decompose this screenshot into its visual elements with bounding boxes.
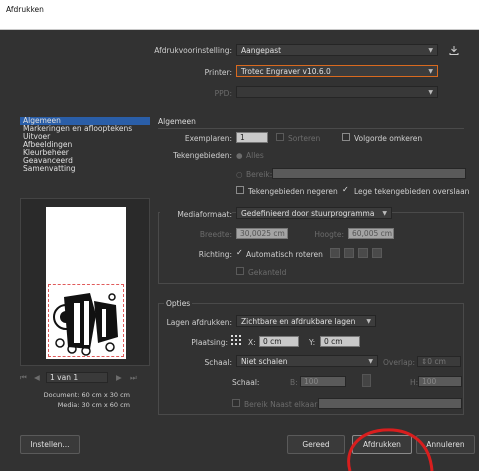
scale-value: Niet schalen: [241, 357, 288, 366]
overlap-value: 0 cm: [427, 357, 446, 366]
transverse-label: Gekanteld: [248, 268, 287, 277]
all-label: Alles: [246, 151, 264, 160]
chevron-down-icon: ▼: [382, 210, 387, 217]
scale-dropdown[interactable]: Niet schalen ▼: [236, 355, 378, 367]
print-preview: [20, 198, 150, 366]
x-label: X:: [248, 338, 256, 347]
preset-label: Afdrukvoorinstelling:: [154, 46, 232, 55]
placement-label: Plaatsing:: [191, 338, 228, 347]
tile-range-input: [318, 398, 462, 409]
printer-label: Printer:: [204, 68, 232, 77]
range-label: Bereik:: [246, 170, 273, 179]
chevron-down-icon: ▼: [366, 318, 371, 325]
skip-blank-checkbox[interactable]: ✓: [342, 185, 349, 194]
landscape-flipped-icon[interactable]: [372, 248, 382, 258]
copies-input[interactable]: 1: [236, 132, 268, 143]
preview-artwork: [53, 293, 118, 356]
sort-label: Sorteren: [288, 134, 321, 143]
title-bar: Afdrukken: [0, 0, 479, 30]
document-info: Document: 60 cm x 30 cm: [43, 391, 130, 399]
ppd-label: PPD:: [214, 89, 232, 98]
media-info: Media: 30 cm x 60 cm: [57, 401, 130, 409]
y-input[interactable]: 0 cm: [320, 336, 360, 347]
overlap-label: Overlap:: [383, 358, 416, 367]
layers-value: Zichtbare en afdrukbare lagen: [241, 317, 356, 326]
height-input: 60,005 cm: [348, 228, 394, 239]
height-scale-input: 100: [418, 376, 462, 387]
auto-rotate-label: Automatisch roteren: [246, 250, 323, 259]
options-title: Opties: [164, 299, 193, 308]
setup-button[interactable]: Instellen...: [20, 435, 80, 454]
media-format-dropdown[interactable]: Gedefinieerd door stuurprogramma ▼: [236, 207, 392, 219]
media-group: [158, 212, 464, 284]
preview-page: [46, 207, 126, 359]
width-input: 30,0025 cm: [236, 228, 288, 239]
window-title: Afdrukken: [6, 5, 44, 14]
preset-value: Aangepast: [241, 46, 282, 55]
annotation-circle: [347, 428, 434, 471]
sidebar: Algemeen Markeringen en aflooptekens Uit…: [20, 117, 150, 173]
chevron-down-icon: ▼: [428, 68, 433, 75]
printer-dropdown[interactable]: Trotec Engraver v10.6.0 ▼: [236, 65, 438, 77]
preset-dropdown[interactable]: Aangepast ▼: [236, 44, 438, 56]
ignore-artboards-label: Tekengebieden negeren: [248, 187, 338, 196]
chevron-down-icon: ▼: [428, 47, 433, 54]
sidebar-item-summary[interactable]: Samenvatting: [20, 165, 150, 173]
artboards-label: Tekengebieden:: [173, 151, 232, 160]
previous-page-icon[interactable]: ◀: [34, 373, 40, 382]
reverse-order-label: Volgorde omkeren: [354, 134, 423, 143]
layers-dropdown[interactable]: Zichtbare en afdrukbare lagen ▼: [236, 315, 376, 327]
transverse-checkbox: [236, 267, 244, 275]
chevron-down-icon: ▼: [368, 358, 373, 365]
last-page-icon[interactable]: ⏭: [130, 373, 137, 383]
range-radio[interactable]: ○: [236, 170, 243, 179]
landscape-icon[interactable]: [344, 248, 354, 258]
height-label: Hoogte:: [314, 230, 344, 239]
general-section-title: Algemeen: [158, 117, 196, 126]
layers-label: Lagen afdrukken:: [166, 318, 232, 327]
tile-range-label: Bereik Naast elkaar:: [244, 400, 320, 409]
portrait-icon[interactable]: [330, 248, 340, 258]
scale2-label: Schaal:: [232, 378, 260, 387]
first-page-icon[interactable]: ⏮: [20, 373, 27, 383]
x-input[interactable]: 0 cm: [259, 336, 299, 347]
done-button[interactable]: Gereed: [287, 435, 345, 454]
portrait-flipped-icon[interactable]: [358, 248, 368, 258]
printer-value: Trotec Engraver v10.6.0: [241, 67, 331, 76]
width-scale-label: B:: [290, 378, 298, 387]
next-page-icon[interactable]: ▶: [116, 373, 122, 382]
sort-checkbox[interactable]: [276, 133, 284, 141]
width-label: Breedte:: [199, 230, 232, 239]
y-label: Y:: [309, 338, 316, 347]
ppd-dropdown: ▼: [236, 86, 438, 98]
page-field[interactable]: 1 van 1: [46, 372, 108, 383]
orientation-label: Richting:: [198, 250, 232, 259]
media-format-value: Gedefinieerd door stuurprogramma: [241, 209, 375, 218]
range-input: [272, 168, 466, 179]
reverse-order-checkbox[interactable]: [342, 133, 350, 141]
divider: [158, 128, 464, 129]
scale-label: Schaal:: [204, 358, 232, 367]
height-scale-label: H:: [410, 378, 419, 387]
auto-rotate-checkbox[interactable]: ✓: [236, 248, 243, 257]
placement-grid-icon[interactable]: [230, 334, 242, 346]
overlap-input: ⇕0 cm: [417, 356, 461, 367]
all-radio[interactable]: ●: [236, 151, 243, 160]
copies-label: Exemplaren:: [184, 134, 232, 143]
ignore-artboards-checkbox[interactable]: [236, 186, 244, 194]
chevron-down-icon: ▼: [428, 89, 433, 96]
page-navigation: ⏮ ◀ 1 van 1 ▶ ⏭: [20, 372, 150, 384]
width-scale-input: 100: [300, 376, 346, 387]
tile-range-checkbox: [232, 399, 240, 407]
save-preset-icon[interactable]: [448, 44, 460, 56]
link-icon: [362, 374, 371, 387]
media-format-label: Mediaformaat:: [160, 210, 232, 219]
skip-blank-label: Lege tekengebieden overslaan: [354, 187, 470, 196]
